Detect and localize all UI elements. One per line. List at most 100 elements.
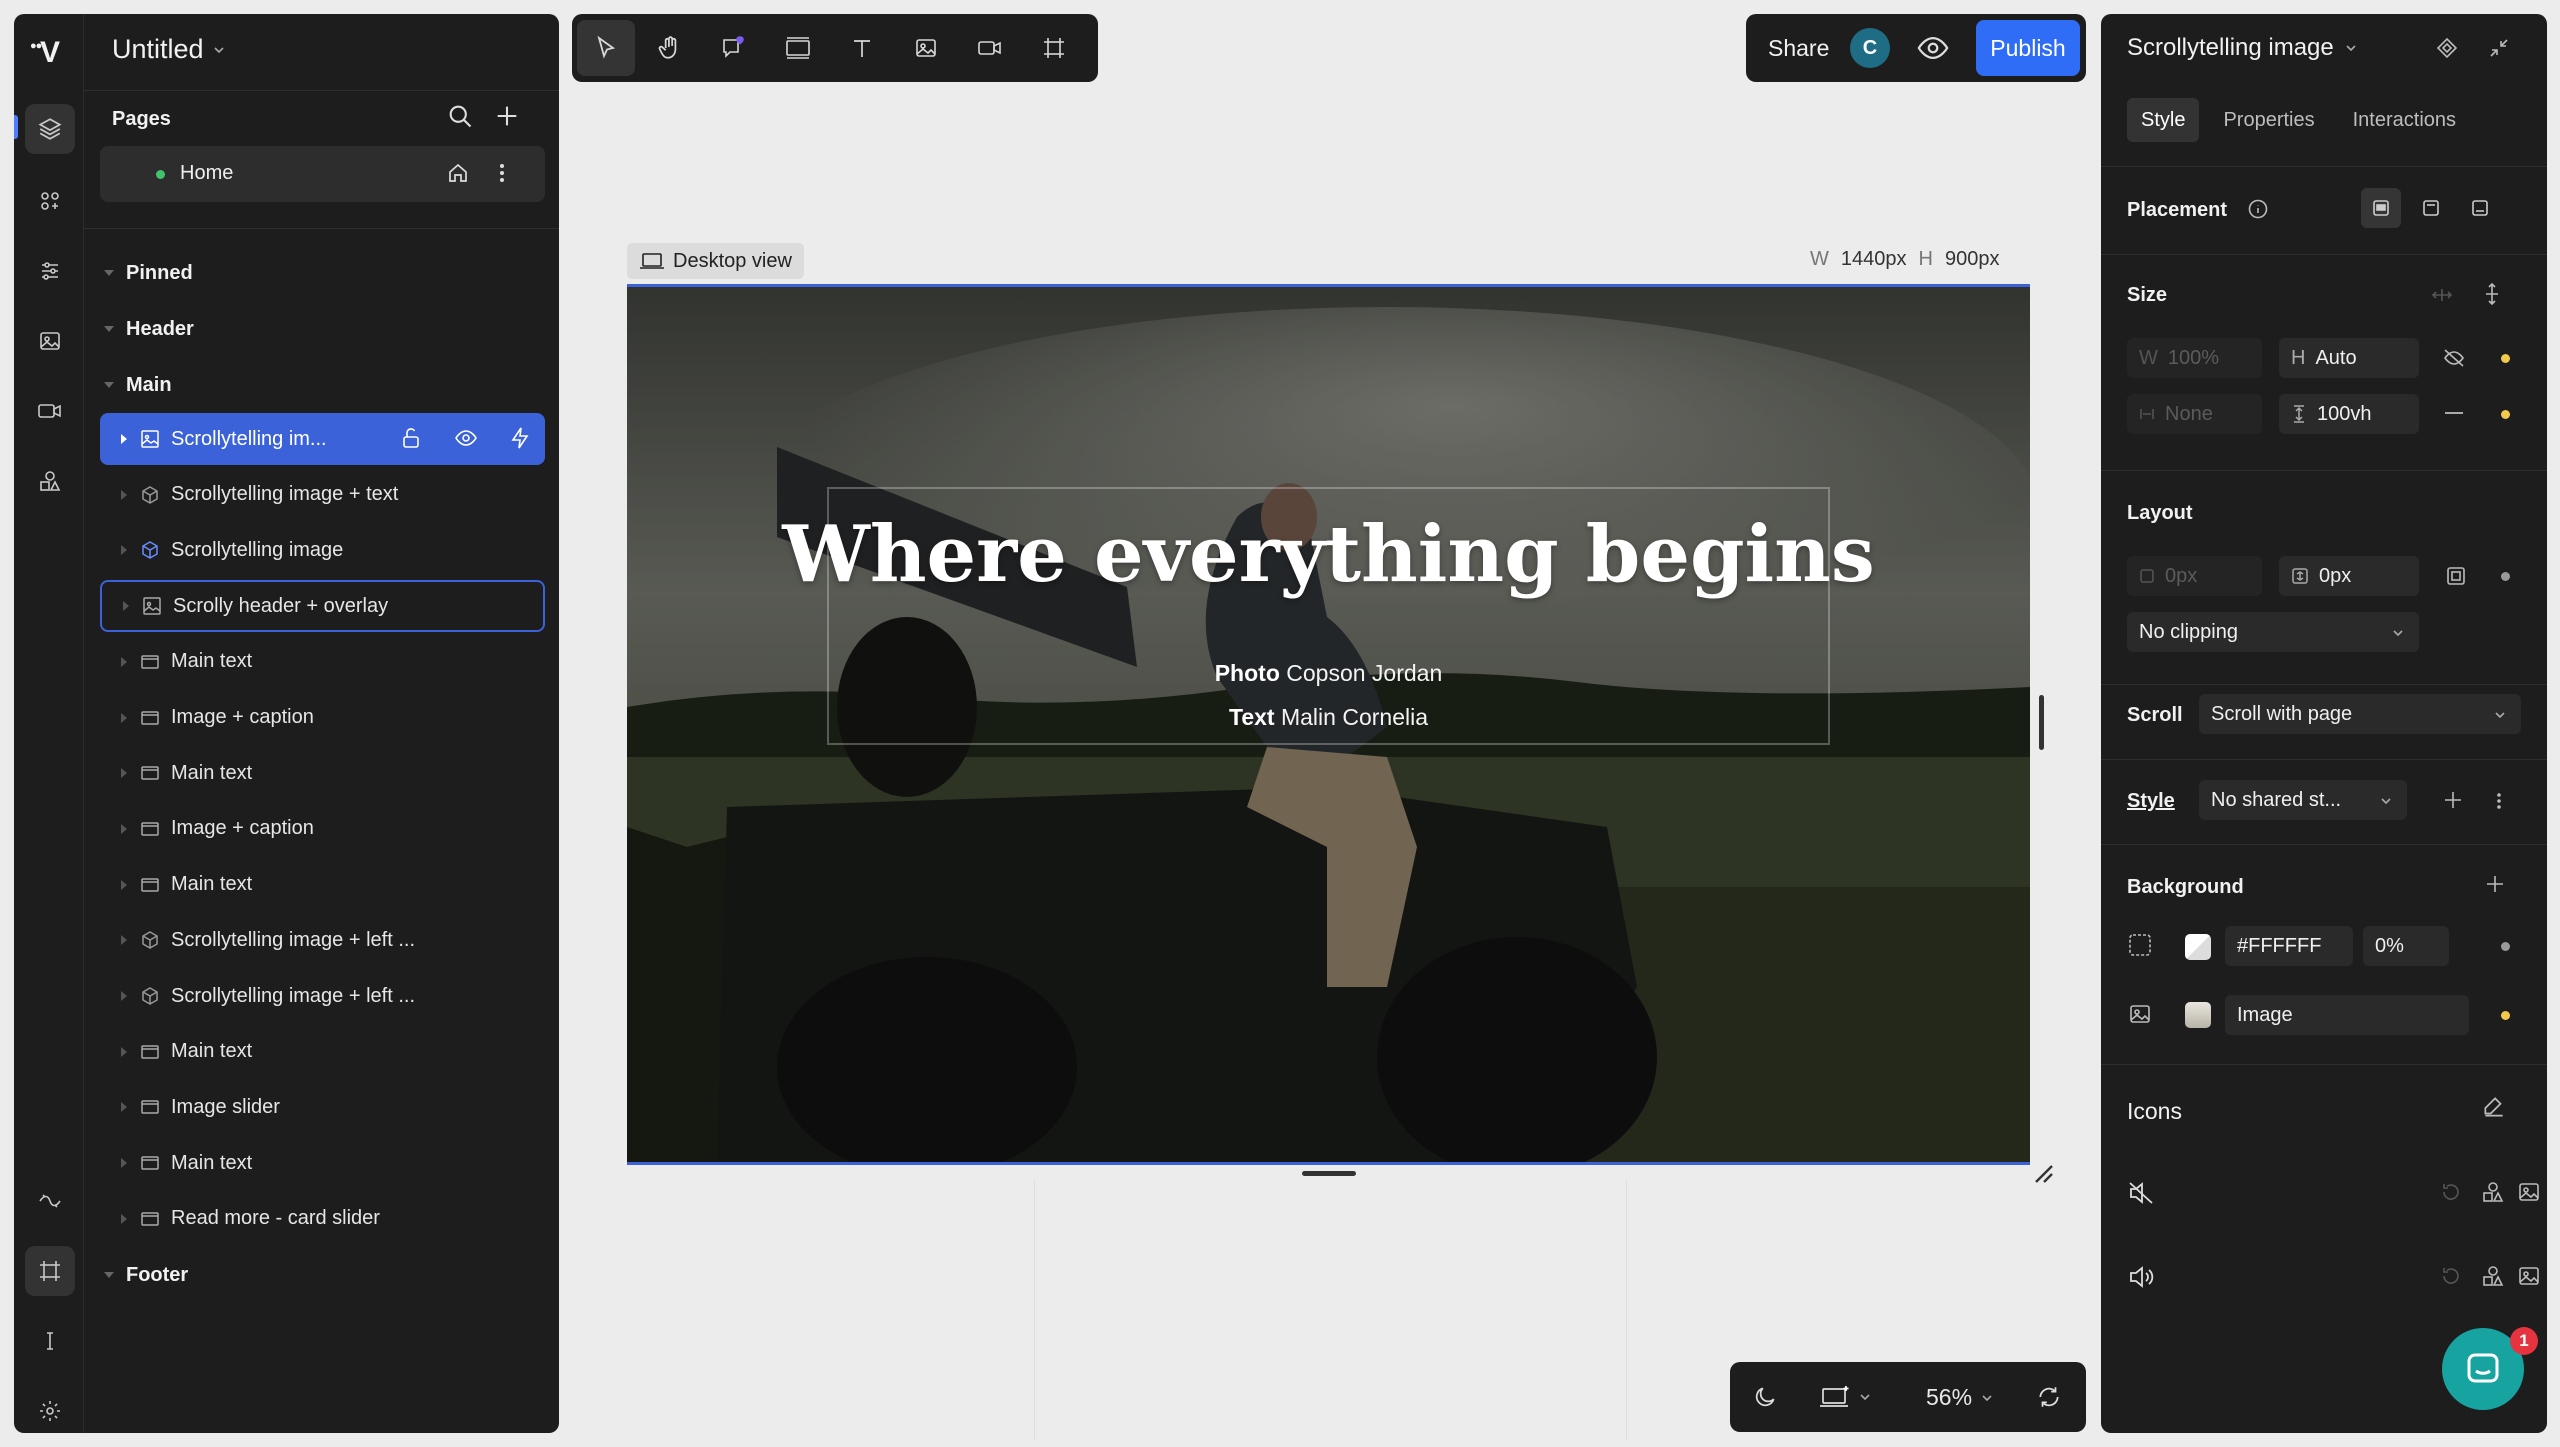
video-icon[interactable] <box>25 386 75 436</box>
add-background-icon[interactable] <box>2483 872 2507 896</box>
layer-item[interactable]: Scrollytelling im... <box>100 413 545 465</box>
shapes-icon[interactable] <box>2481 1264 2505 1288</box>
settings-sliders-icon[interactable] <box>25 246 75 296</box>
expand-caret-icon[interactable] <box>121 1046 127 1057</box>
expand-caret-icon[interactable] <box>121 1213 127 1224</box>
layers-icon[interactable] <box>25 104 75 154</box>
animation-icon[interactable] <box>25 1176 75 1226</box>
mute-icon[interactable] <box>2127 1180 2155 1206</box>
frame-tool-icon[interactable] <box>1025 20 1083 76</box>
share-button[interactable]: Share <box>1768 35 1829 62</box>
max-height-field[interactable]: 100vh <box>2279 394 2419 434</box>
group-pinned[interactable]: Pinned <box>100 253 193 293</box>
expand-caret-icon[interactable] <box>123 601 129 612</box>
device-select[interactable] <box>1818 1384 1872 1410</box>
avatar[interactable]: C <box>1850 28 1890 68</box>
page-item-home[interactable]: Home <box>100 146 545 202</box>
layer-item[interactable]: Scrollytelling image <box>100 524 545 576</box>
resize-handle-right[interactable] <box>2039 695 2044 750</box>
expand-caret-icon[interactable] <box>121 434 127 444</box>
layer-item[interactable]: Image + caption <box>100 692 545 744</box>
image-tool-icon[interactable] <box>897 20 955 76</box>
expand-caret-icon[interactable] <box>121 656 127 667</box>
layer-item[interactable]: Read more - card slider <box>100 1193 545 1245</box>
section-tool-icon[interactable] <box>769 20 827 76</box>
add-style-icon[interactable] <box>2441 788 2465 812</box>
placement-fill-icon[interactable] <box>2361 188 2401 228</box>
image-thumbnail[interactable] <box>2185 1002 2211 1028</box>
volume-icon[interactable] <box>2127 1264 2155 1290</box>
layer-item[interactable]: Main text <box>100 747 545 799</box>
clipping-select[interactable]: No clipping <box>2127 612 2419 652</box>
link-off-icon[interactable] <box>2441 346 2467 370</box>
add-page-icon[interactable] <box>493 102 521 130</box>
photo-credit[interactable]: Photo Copson Jordan <box>627 660 2030 687</box>
image-fill-icon[interactable] <box>2127 1002 2153 1026</box>
placement-bottom-icon[interactable] <box>2460 188 2500 228</box>
padding-field[interactable]: 0px <box>2279 556 2419 596</box>
info-icon[interactable] <box>2247 198 2269 220</box>
unlock-icon[interactable] <box>399 426 423 450</box>
refresh-icon[interactable] <box>2036 1384 2062 1410</box>
publish-button[interactable]: Publish <box>1976 20 2080 76</box>
search-icon[interactable] <box>446 102 474 130</box>
shapes-icon[interactable] <box>2481 1180 2505 1204</box>
tab-style[interactable]: Style <box>2127 98 2200 142</box>
hero-title[interactable]: Where everything begins <box>627 509 2030 600</box>
style-label[interactable]: Style <box>2127 790 2175 813</box>
viewport-tag[interactable]: Desktop view <box>627 243 804 279</box>
expand-caret-icon[interactable] <box>121 489 127 500</box>
height-field[interactable]: H Auto <box>2279 338 2419 378</box>
tab-interactions[interactable]: Interactions <box>2339 98 2470 142</box>
layer-item[interactable]: Image slider <box>100 1081 545 1133</box>
interaction-bolt-icon[interactable] <box>509 426 531 450</box>
component-diamond-icon[interactable] <box>2435 36 2459 60</box>
layer-item[interactable]: Main text <box>100 1026 545 1078</box>
layer-item[interactable]: Scrollytelling image + left ... <box>100 970 545 1022</box>
scroll-select[interactable]: Scroll with page <box>2199 694 2521 734</box>
gap-field[interactable]: 0px <box>2127 556 2262 596</box>
text-credit[interactable]: Text Malin Cornelia <box>627 704 2030 731</box>
expand-caret-icon[interactable] <box>121 1102 127 1113</box>
resize-handle-bottom[interactable] <box>1302 1171 1356 1176</box>
background-opacity-field[interactable]: 0% <box>2363 926 2449 966</box>
dark-mode-moon-icon[interactable] <box>1752 1384 1778 1410</box>
expand-caret-icon[interactable] <box>121 712 127 723</box>
expand-caret-icon[interactable] <box>121 823 127 834</box>
frame-icon[interactable] <box>25 1246 75 1296</box>
layer-item[interactable]: Image + caption <box>100 803 545 855</box>
layer-item[interactable]: Main text <box>100 1137 545 1189</box>
shared-style-select[interactable]: No shared st... <box>2199 780 2407 820</box>
media-icon[interactable] <box>25 316 75 366</box>
image-icon[interactable] <box>2517 1264 2541 1288</box>
tab-properties[interactable]: Properties <box>2209 98 2328 142</box>
group-footer[interactable]: Footer <box>100 1255 188 1295</box>
height-fit-icon[interactable] <box>2481 282 2503 306</box>
color-swatch[interactable] <box>2185 934 2211 960</box>
image-icon[interactable] <box>2517 1180 2541 1204</box>
background-color-field[interactable]: #FFFFFF <box>2225 926 2353 966</box>
collapse-icon[interactable] <box>2487 36 2511 60</box>
inspector-title[interactable]: Scrollytelling image <box>2127 34 2358 62</box>
more-vertical-icon[interactable] <box>2495 790 2503 812</box>
group-main[interactable]: Main <box>100 365 172 405</box>
text-cursor-icon[interactable] <box>25 1316 75 1366</box>
expand-caret-icon[interactable] <box>121 991 127 1001</box>
components-icon[interactable] <box>25 176 75 226</box>
expand-caret-icon[interactable] <box>121 545 127 556</box>
text-tool-icon[interactable] <box>833 20 891 76</box>
layer-item[interactable]: Main text <box>100 859 545 911</box>
resize-corner-icon[interactable] <box>2030 1160 2056 1186</box>
expand-caret-icon[interactable] <box>121 768 127 779</box>
app-logo[interactable]: V ●● <box>30 36 60 70</box>
min-width-field[interactable]: None <box>2127 394 2262 434</box>
group-header[interactable]: Header <box>100 309 194 349</box>
hand-tool-icon[interactable] <box>641 20 699 76</box>
layer-item[interactable]: Main text <box>100 636 545 688</box>
expand-caret-icon[interactable] <box>121 879 127 890</box>
edit-icon[interactable] <box>2481 1094 2507 1120</box>
gear-icon[interactable] <box>25 1386 75 1433</box>
more-vertical-icon[interactable] <box>498 161 506 185</box>
comment-tool-icon[interactable] <box>705 20 763 76</box>
layer-item[interactable]: Scrolly header + overlay <box>100 580 545 633</box>
